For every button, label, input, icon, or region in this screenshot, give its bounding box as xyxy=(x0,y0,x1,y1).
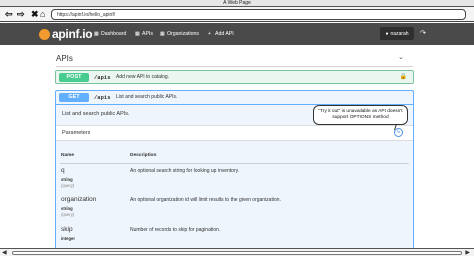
nav-link-dashboard[interactable]: ▦ Dashboard xyxy=(94,29,126,39)
method-badge-post: POST xyxy=(59,73,89,82)
chevron-down-icon[interactable]: ⌄ xyxy=(398,53,404,61)
home-icon[interactable]: ⌂ xyxy=(40,9,45,19)
param-type: string xyxy=(61,177,73,182)
logo-text: apinf.io xyxy=(52,27,93,41)
param-in: (query) xyxy=(61,183,75,188)
param-type: string xyxy=(61,206,73,211)
window-title: A Web Page xyxy=(223,0,251,6)
scrollbar-thumb[interactable] xyxy=(12,251,462,255)
method-badge-get: GET xyxy=(59,93,89,102)
try-it-out-indicator-icon: ↳ xyxy=(394,128,403,137)
nav-link-add-api[interactable]: + Add API xyxy=(208,29,234,39)
section-title: APIs xyxy=(56,54,73,63)
param-type: integer xyxy=(61,236,75,241)
plus-icon: + xyxy=(208,30,211,37)
nav-link-label: Organizations xyxy=(167,31,200,37)
operation-summary: List and search public APIs. xyxy=(62,111,130,117)
parameters-header: Parameters xyxy=(56,125,413,141)
table-header-divider xyxy=(60,163,409,164)
param-name: q xyxy=(61,167,65,174)
operation-description: List and search public APIs. xyxy=(116,94,178,100)
share-icon[interactable]: ↷ xyxy=(418,29,428,39)
address-bar-url: https://apinf.io/hello_apinf/ xyxy=(57,12,116,18)
try-it-out-callout: "Try it out" is unavailable as API doesn… xyxy=(313,105,408,125)
operation-path: /apis xyxy=(94,74,111,81)
address-bar[interactable]: https://apinf.io/hello_apinf/ xyxy=(51,9,466,20)
nav-link-label: Add API xyxy=(215,31,234,37)
parameters-label: Parameters xyxy=(62,130,91,136)
operation-post-apis[interactable]: POST /apis Add new API to catalog. 🔒 xyxy=(55,70,414,84)
column-header-description: Description xyxy=(130,153,157,158)
param-name: skip xyxy=(61,226,73,233)
divider xyxy=(56,66,413,67)
operation-path: /apis xyxy=(94,94,111,101)
apis-icon: ▦ xyxy=(135,30,140,37)
param-name: organization xyxy=(61,196,97,203)
operation-header[interactable]: GET /apis List and search public APIs. xyxy=(56,91,413,105)
nav-link-organizations[interactable]: ▦ Organizations xyxy=(160,29,199,39)
scroll-right-icon[interactable]: ▶ xyxy=(465,249,470,256)
logo[interactable]: apinf.io xyxy=(39,26,93,42)
param-in: (query) xyxy=(61,212,75,217)
close-icon[interactable]: ✖ xyxy=(31,9,39,19)
browser-toolbar: ⇦ ⇨ ✖ ⌂ https://apinf.io/hello_apinf/ xyxy=(0,7,474,22)
param-description: An optional organization id will limit r… xyxy=(130,197,281,203)
nav-link-label: APIs xyxy=(142,31,153,37)
param-description: An optional search string for looking up… xyxy=(130,168,240,174)
scroll-left-icon[interactable]: ◀ xyxy=(2,249,7,256)
logo-mark-icon xyxy=(39,28,50,40)
back-arrow-icon[interactable]: ⇦ xyxy=(5,9,13,19)
horizontal-scrollbar[interactable]: ◀ ▶ xyxy=(0,248,474,256)
column-header-name: Name xyxy=(61,153,75,158)
window-titlebar: A Web Page xyxy=(0,0,474,7)
forward-arrow-icon[interactable]: ⇨ xyxy=(17,9,25,19)
organizations-icon: ▦ xyxy=(160,30,165,37)
lock-icon[interactable]: 🔒 xyxy=(400,73,407,82)
user-menu-button[interactable]: ● nazarah xyxy=(380,27,414,40)
param-description: Number of records to skip for pagination… xyxy=(130,227,221,233)
app-navbar: apinf.io ▦ Dashboard ▦ APIs ▦ Organizati… xyxy=(0,23,474,45)
operation-description: Add new API to catalog. xyxy=(116,74,170,80)
nav-link-label: Dashboard xyxy=(101,31,127,37)
nav-link-apis[interactable]: ▦ APIs xyxy=(135,29,153,39)
user-icon: ● xyxy=(385,30,389,37)
user-name: nazarah xyxy=(390,30,409,37)
dashboard-icon: ▦ xyxy=(94,30,99,37)
